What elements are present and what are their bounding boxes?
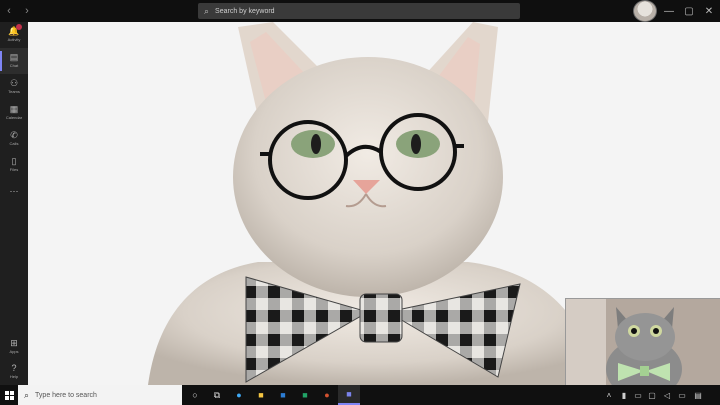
rail-item-label: Chat: [9, 63, 19, 68]
excel-button[interactable]: ■: [294, 385, 316, 405]
app-bar: 🔔 Activity ▤ Chat ⚇ Teams ▦ Calendar ✆ C…: [0, 22, 28, 385]
cortana-button[interactable]: ○: [184, 385, 206, 405]
folder-icon: ■: [258, 390, 264, 400]
network-tray-button[interactable]: ▭: [632, 385, 644, 405]
rail-item-label: Teams: [8, 89, 20, 94]
rail-item-label: Calendar: [5, 115, 23, 120]
self-view-video[interactable]: [565, 298, 720, 385]
teams-taskbar-button[interactable]: ■: [338, 385, 360, 405]
windows-logo-icon: [4, 390, 14, 400]
task-view-button[interactable]: ⧉: [206, 385, 228, 405]
circle-icon: ○: [192, 390, 198, 400]
search-icon: ⌕: [204, 5, 210, 16]
file-explorer-button[interactable]: ■: [250, 385, 272, 405]
battery-tray-button[interactable]: ▭: [676, 385, 688, 405]
search-placeholder: Search by keyword: [215, 7, 275, 15]
close-icon: ✕: [704, 5, 714, 17]
powerpoint-button[interactable]: ●: [316, 385, 338, 405]
more-icon: ⋯: [9, 185, 19, 196]
volume-tray-button[interactable]: ◁: [661, 385, 673, 405]
task-view-icon: ⧉: [213, 389, 221, 400]
word-icon: ■: [280, 390, 286, 400]
search-icon: ⌕: [24, 389, 30, 400]
teams-icon: ⚇: [9, 78, 19, 88]
battery-icon: ▭: [678, 390, 686, 400]
rail-item-label: Help: [9, 374, 19, 379]
help-icon: ?: [11, 363, 17, 373]
rail-item-chat[interactable]: ▤ Chat: [0, 48, 28, 74]
close-button[interactable]: ✕: [702, 4, 716, 18]
chevron-left-icon: ‹: [7, 5, 11, 17]
microphone-tray-button[interactable]: ▮: [618, 385, 630, 405]
notifications-tray-button[interactable]: ▤: [692, 385, 704, 405]
back-button[interactable]: ‹: [0, 0, 18, 22]
search-input[interactable]: ⌕ Search by keyword: [198, 3, 520, 19]
rail-item-label: Apps: [9, 349, 19, 354]
phone-icon: ✆: [10, 130, 18, 140]
rail-item-apps[interactable]: ⊞ Apps: [0, 334, 28, 360]
maximize-button[interactable]: ▢: [682, 4, 696, 18]
chevron-up-icon: ˄: [606, 390, 612, 400]
notification-icon: ▤: [694, 390, 702, 400]
teams-icon: ■: [346, 389, 352, 399]
minimize-icon: —: [664, 5, 674, 17]
taskbar-search-input[interactable]: ⌕ Type here to search: [18, 385, 182, 405]
avatar[interactable]: [633, 0, 657, 22]
rail-item-files[interactable]: ▯ Files: [0, 152, 28, 178]
show-hidden-icons-button[interactable]: ˄: [603, 385, 615, 405]
volume-icon: ◁: [663, 390, 671, 400]
forward-button[interactable]: ›: [18, 0, 36, 22]
maximize-icon: ▢: [684, 5, 694, 17]
rail-item-label: Files: [9, 167, 19, 172]
rail-item-label: Calls: [9, 141, 19, 146]
rail-item-activity[interactable]: 🔔 Activity: [0, 22, 28, 48]
rail-item-calendar[interactable]: ▦ Calendar: [0, 100, 28, 126]
rail-item-label: Activity: [7, 37, 21, 42]
edge-button[interactable]: ●: [228, 385, 250, 405]
apps-icon: ⊞: [10, 338, 18, 348]
taskbar-search-placeholder: Type here to search: [35, 391, 97, 399]
rail-item-teams[interactable]: ⚇ Teams: [0, 74, 28, 100]
rail-item-more[interactable]: ⋯: [0, 178, 28, 204]
rail-item-calls[interactable]: ✆ Calls: [0, 126, 28, 152]
edge-icon: ●: [236, 390, 242, 400]
rail-item-help[interactable]: ? Help: [0, 359, 28, 385]
display-tray-button[interactable]: ▢: [646, 385, 658, 405]
start-button[interactable]: [0, 385, 18, 405]
display-icon: ▢: [648, 390, 656, 400]
notification-badge: [16, 24, 22, 30]
self-view-image: [566, 299, 720, 385]
file-icon: ▯: [11, 156, 17, 166]
microphone-icon: ▮: [621, 390, 627, 400]
calendar-icon: ▦: [9, 104, 19, 114]
word-button[interactable]: ■: [272, 385, 294, 405]
excel-icon: ■: [302, 390, 308, 400]
network-icon: ▭: [634, 390, 642, 400]
powerpoint-icon: ●: [324, 390, 330, 400]
chevron-right-icon: ›: [25, 5, 29, 17]
title-bar: ‹ › ⌕ Search by keyword — ▢ ✕: [0, 0, 720, 22]
minimize-button[interactable]: —: [662, 4, 676, 18]
chat-icon: ▤: [9, 52, 19, 62]
